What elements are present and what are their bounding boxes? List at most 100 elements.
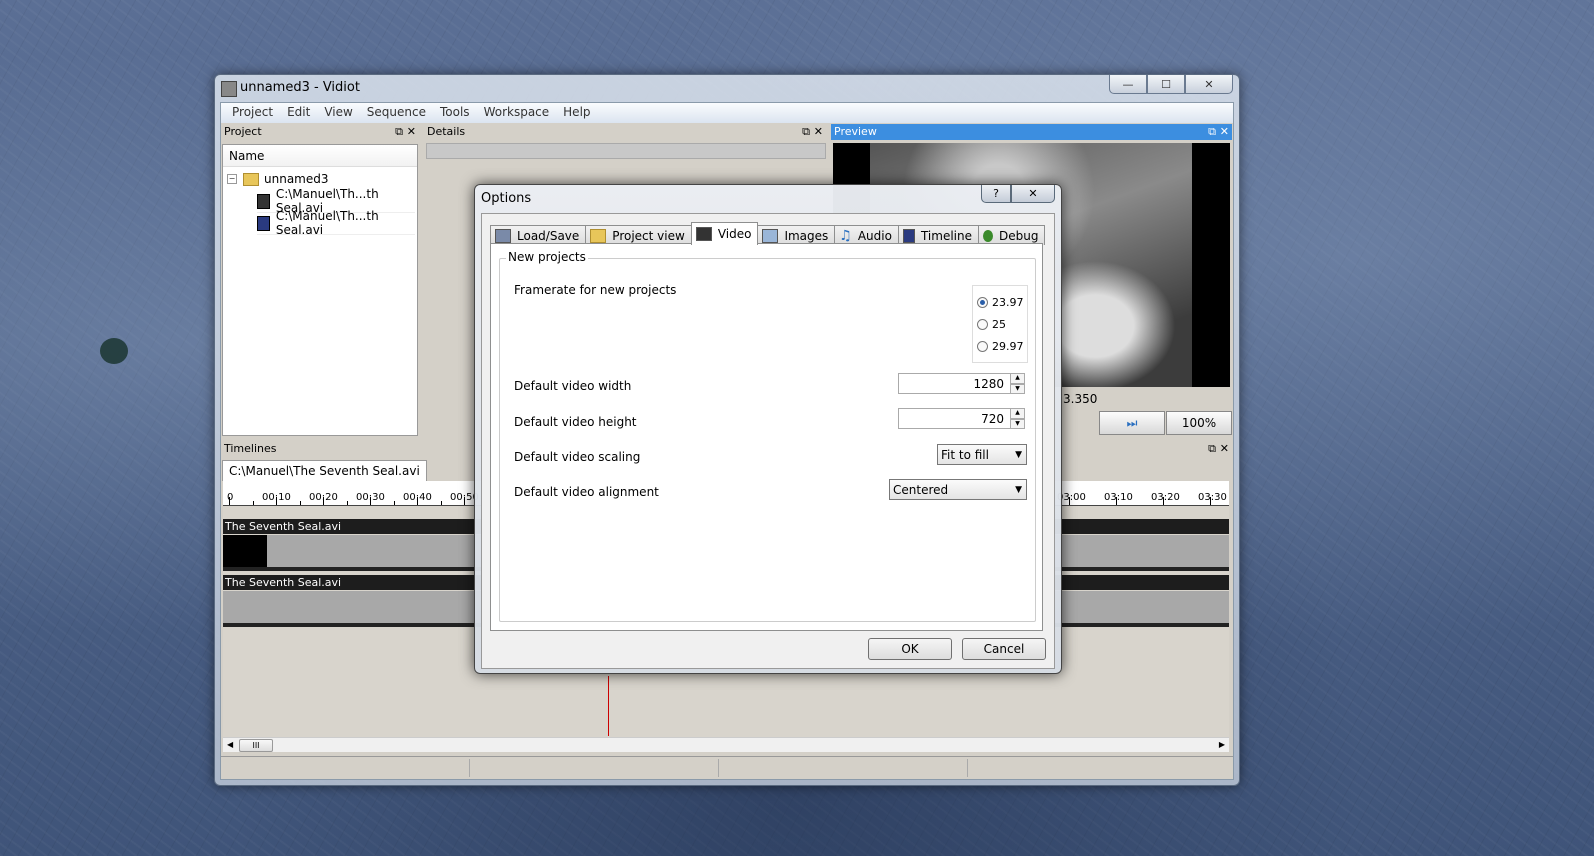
menu-edit[interactable]: Edit (280, 103, 317, 123)
image-icon (762, 228, 779, 243)
music-note-icon: ♫ (839, 227, 852, 244)
menu-bar: Project Edit View Sequence Tools Workspa… (221, 103, 1233, 123)
float-icon[interactable]: ⧉ (1208, 442, 1216, 455)
ruler-label: 03:30 (1198, 492, 1227, 503)
radio-dot (977, 319, 988, 330)
framerate-radio-25[interactable]: 25 (977, 318, 1006, 331)
ruler-tick (1163, 497, 1164, 505)
ok-button[interactable]: OK (868, 638, 952, 660)
ruler-tick (1116, 497, 1117, 505)
menu-tools[interactable]: Tools (433, 103, 477, 123)
framerate-radio-23-97[interactable]: 23.97 (977, 296, 1024, 309)
details-pane-header: Details ⧉ ✕ (424, 124, 826, 140)
help-button[interactable]: ? (981, 185, 1011, 203)
width-spinner[interactable]: 1280 ▲ ▼ (898, 373, 1025, 394)
framerate-label: Framerate for new projects (514, 283, 677, 297)
float-icon[interactable]: ⧉ (395, 125, 403, 138)
radio-dot (977, 341, 988, 352)
maximize-button[interactable]: ☐ (1147, 75, 1185, 94)
tree-item-file[interactable]: C:\Manuel\Th...th Seal.avi (257, 209, 415, 237)
framerate-radio-29-97[interactable]: 29.97 (977, 340, 1024, 353)
tab-images[interactable]: Images (757, 225, 836, 245)
name-column-header[interactable]: Name (223, 145, 417, 167)
menu-view[interactable]: View (317, 103, 359, 123)
radio-label: 29.97 (992, 340, 1024, 353)
ruler-tick (440, 501, 442, 505)
ruler-tick (393, 501, 395, 505)
dialog-close-button[interactable]: ✕ (1011, 185, 1055, 203)
ruler-label: 03:20 (1151, 492, 1180, 503)
dropdown-arrow-icon: ▼ (1015, 450, 1022, 460)
scroll-thumb[interactable]: III (239, 739, 273, 752)
close-icon[interactable]: ✕ (1220, 125, 1229, 138)
minimize-button[interactable]: — (1109, 75, 1147, 94)
timeline-tab[interactable]: C:\Manuel\The Seventh Seal.avi (222, 460, 427, 481)
spin-arrows[interactable]: ▲ ▼ (1011, 373, 1025, 394)
scroll-left-arrow[interactable]: ◀ (227, 738, 233, 752)
skip-forward-button[interactable]: ⏭ (1099, 411, 1165, 435)
clip-thumbnail (223, 535, 267, 567)
window-title: unnamed3 - Vidiot (240, 80, 360, 95)
menu-help[interactable]: Help (556, 103, 597, 123)
ruler-label: 03:10 (1104, 492, 1133, 503)
folder-icon (590, 228, 607, 243)
tab-load-save[interactable]: Load/Save (490, 225, 587, 245)
tab-video[interactable]: Video (690, 222, 759, 245)
spin-down-icon[interactable]: ▼ (1011, 418, 1025, 429)
scroll-right-arrow[interactable]: ▶ (1219, 738, 1225, 752)
details-bar (426, 143, 826, 159)
menu-workspace[interactable]: Workspace (477, 103, 557, 123)
filmstrip-icon (902, 228, 915, 243)
title-bar[interactable]: unnamed3 - Vidiot — ☐ ✕ (215, 75, 1239, 101)
ruler-tick (1210, 497, 1211, 505)
menu-sequence[interactable]: Sequence (360, 103, 433, 123)
alignment-label: Default video alignment (514, 485, 659, 499)
spin-down-icon[interactable]: ▼ (1011, 383, 1025, 394)
close-button[interactable]: ✕ (1185, 75, 1233, 94)
timelines-pane-title: Timelines (224, 442, 277, 455)
close-icon[interactable]: ✕ (407, 125, 416, 138)
tab-debug[interactable]: Debug (977, 225, 1046, 245)
dialog-controls: ? ✕ (981, 185, 1055, 203)
zoom-button[interactable]: 100% (1166, 411, 1232, 435)
height-label: Default video height (514, 415, 637, 429)
spin-up-icon[interactable]: ▲ (1011, 408, 1025, 419)
tab-label: Video (717, 227, 752, 241)
radio-label: 25 (992, 318, 1006, 331)
spin-up-icon[interactable]: ▲ (1011, 373, 1025, 384)
spin-arrows[interactable]: ▲ ▼ (1011, 408, 1025, 429)
collapse-icon[interactable]: − (227, 174, 237, 184)
width-input[interactable]: 1280 (898, 373, 1011, 394)
scaling-select[interactable]: Fit to fill ▼ (937, 444, 1027, 465)
select-value: Fit to fill (941, 448, 989, 462)
playhead[interactable] (608, 676, 609, 736)
tab-label: Project view (612, 228, 685, 243)
select-value: Centered (893, 483, 949, 497)
tab-audio[interactable]: ♫ Audio (834, 225, 899, 245)
close-icon[interactable]: ✕ (814, 125, 823, 138)
floppy-icon (495, 228, 511, 243)
video-tab-page: New projects Framerate for new projects … (490, 243, 1043, 631)
radio-dot (977, 297, 988, 308)
tab-label: Timeline (920, 228, 972, 243)
close-icon[interactable]: ✕ (1220, 442, 1229, 455)
horizontal-scrollbar[interactable]: ◀ III ▶ (223, 737, 1229, 752)
float-icon[interactable]: ⧉ (1208, 125, 1216, 138)
details-pane-title: Details (427, 125, 466, 138)
ruler-tick (1069, 497, 1070, 505)
height-spinner[interactable]: 720 ▲ ▼ (898, 408, 1025, 429)
cancel-button[interactable]: Cancel (962, 638, 1046, 660)
preview-time: 3.350 (1063, 392, 1098, 406)
tab-project-view[interactable]: Project view (585, 225, 692, 245)
filmstrip-icon (257, 215, 270, 231)
tab-timeline[interactable]: Timeline (897, 225, 979, 245)
tab-label: Audio (857, 228, 892, 243)
ruler-label: 00:40 (403, 492, 432, 503)
status-bar (221, 756, 1233, 779)
float-icon[interactable]: ⧉ (802, 125, 810, 138)
window-controls: — ☐ ✕ (1109, 75, 1233, 94)
height-input[interactable]: 720 (898, 408, 1011, 429)
menu-project[interactable]: Project (225, 103, 280, 123)
alignment-select[interactable]: Centered ▼ (889, 479, 1027, 500)
project-tree: Name − unnamed3 C:\Manuel\Th...th Seal.a… (222, 144, 418, 436)
